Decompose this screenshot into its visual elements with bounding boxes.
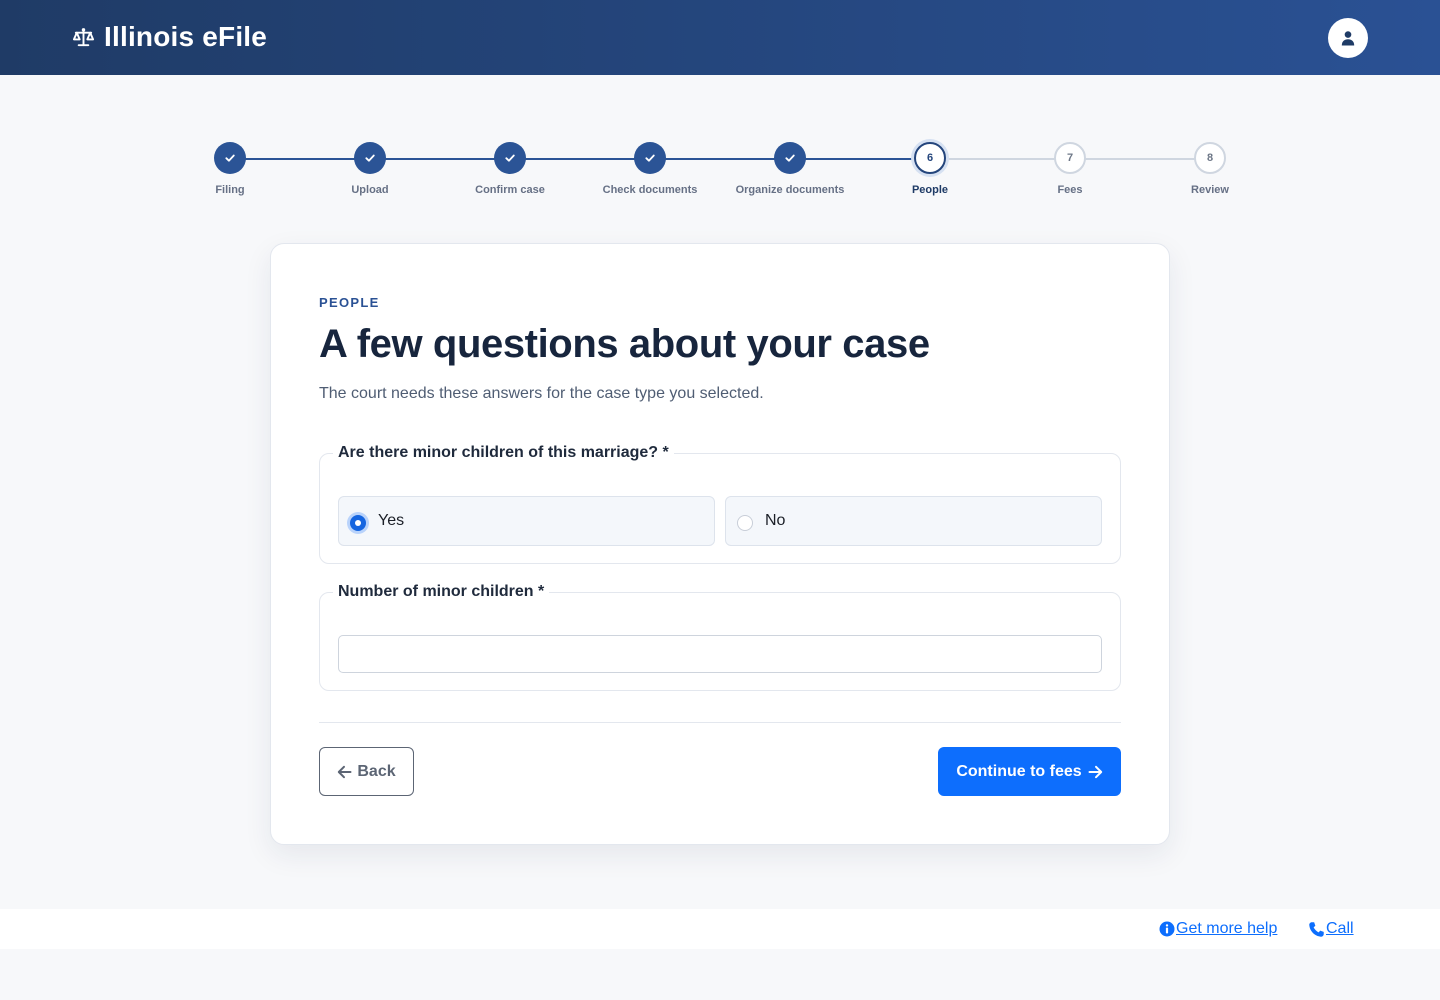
info-icon bbox=[1159, 921, 1175, 937]
continue-button-label: Continue to fees bbox=[956, 762, 1082, 780]
brand-title: Illinois eFile bbox=[104, 21, 268, 52]
step-label: Filing bbox=[215, 184, 245, 196]
check-icon bbox=[365, 154, 375, 162]
check-icon bbox=[645, 154, 655, 162]
check-icon bbox=[505, 154, 515, 162]
radio-option-yes[interactable]: Yes bbox=[338, 496, 715, 546]
step-check-documents[interactable]: Check documents bbox=[570, 142, 730, 196]
arrow-left-icon bbox=[338, 765, 352, 778]
radio-yes[interactable] bbox=[350, 515, 366, 531]
get-more-help-label: Get more help bbox=[1176, 920, 1278, 937]
radio-label-yes: Yes bbox=[378, 512, 405, 529]
step-label: Upload bbox=[351, 184, 389, 196]
user-avatar-button[interactable] bbox=[1328, 18, 1368, 58]
check-icon bbox=[785, 154, 795, 162]
section-eyebrow: PEOPLE bbox=[319, 295, 380, 310]
step-label: People bbox=[911, 184, 949, 196]
step-people[interactable]: 6 People bbox=[850, 142, 1010, 196]
user-icon bbox=[1341, 31, 1355, 46]
step-label: Fees bbox=[1057, 184, 1083, 196]
call-label: Call bbox=[1326, 920, 1354, 937]
brand[interactable]: Illinois eFile bbox=[72, 20, 267, 54]
step-circle bbox=[774, 142, 806, 174]
page-title: A few questions about your case bbox=[319, 322, 930, 366]
step-circle bbox=[354, 142, 386, 174]
call-link[interactable]: Call bbox=[1308, 920, 1354, 938]
radio-label-no: No bbox=[765, 512, 786, 529]
number-children-legend: Number of minor children * bbox=[333, 583, 550, 601]
divider bbox=[319, 722, 1121, 723]
step-upload[interactable]: Upload bbox=[290, 142, 450, 196]
page-subtitle: The court needs these answers for the ca… bbox=[319, 385, 764, 402]
radio-no[interactable] bbox=[737, 515, 753, 531]
step-circle bbox=[214, 142, 246, 174]
step-circle-current: 6 bbox=[914, 142, 946, 174]
number-children-fieldset: Number of minor children * bbox=[319, 583, 1121, 691]
step-label: Review bbox=[1191, 184, 1229, 196]
footer: Get more help Call bbox=[0, 909, 1440, 949]
number-children-input[interactable] bbox=[338, 635, 1102, 673]
questions-card: PEOPLE A few questions about your case T… bbox=[270, 243, 1170, 845]
minor-children-legend: Are there minor children of this marriag… bbox=[333, 444, 674, 462]
back-button[interactable]: Back bbox=[319, 747, 414, 796]
get-more-help-link[interactable]: Get more help bbox=[1159, 920, 1277, 938]
step-label: Confirm case bbox=[475, 184, 545, 196]
step-organize-documents[interactable]: Organize documents bbox=[710, 142, 870, 196]
step-filing[interactable]: Filing bbox=[150, 142, 310, 196]
back-button-label: Back bbox=[357, 762, 396, 780]
step-circle bbox=[634, 142, 666, 174]
top-header: Illinois eFile bbox=[0, 0, 1440, 75]
scale-balance-icon bbox=[72, 27, 95, 46]
step-fees[interactable]: 7 Fees bbox=[990, 142, 1150, 196]
step-label: Organize documents bbox=[735, 184, 845, 196]
minor-children-fieldset: Are there minor children of this marriag… bbox=[319, 444, 1121, 564]
step-circle bbox=[494, 142, 526, 174]
check-icon bbox=[225, 154, 235, 162]
arrow-right-icon bbox=[1088, 765, 1102, 778]
step-review[interactable]: 8 Review bbox=[1130, 142, 1290, 196]
radio-option-no[interactable]: No bbox=[725, 496, 1102, 546]
step-label: Check documents bbox=[602, 184, 698, 196]
step-circle: 7 bbox=[1054, 142, 1086, 174]
progress-stepper: Filing Upload Confirm case Check documen… bbox=[0, 142, 1440, 202]
step-confirm-case[interactable]: Confirm case bbox=[430, 142, 590, 196]
phone-icon bbox=[1309, 921, 1324, 937]
step-circle: 8 bbox=[1194, 142, 1226, 174]
continue-to-fees-button[interactable]: Continue to fees bbox=[938, 747, 1121, 796]
